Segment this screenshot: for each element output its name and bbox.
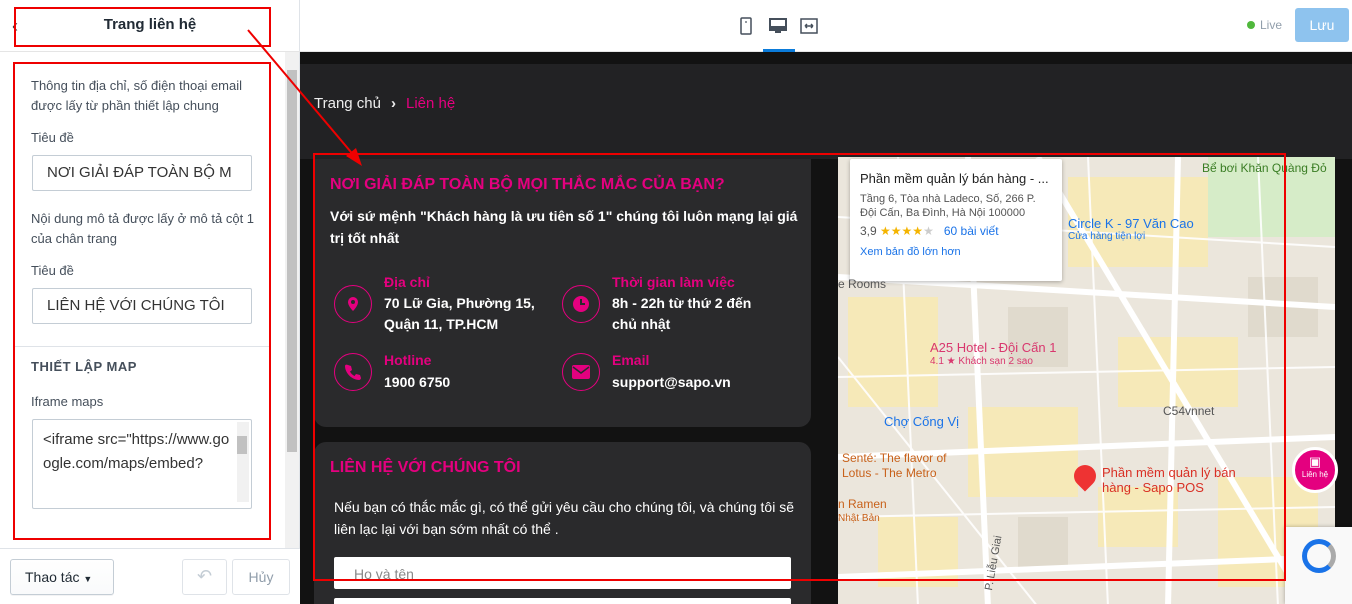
- desktop-view-icon[interactable]: [766, 14, 790, 38]
- contact-card: LIÊN HỆ VỚI CHÚNG TÔI Nếu bạn có thắc mắ…: [314, 442, 811, 604]
- larger-map-link[interactable]: Xem bản đồ lớn hơn: [860, 246, 1052, 258]
- hotline-value: 1900 6750: [384, 374, 451, 390]
- poi-circlek[interactable]: Circle K - 97 Văn Cao: [1068, 216, 1194, 231]
- contact-title-input[interactable]: LIÊN HỆ VỚI CHÚNG TÔI: [32, 288, 252, 324]
- poi-market[interactable]: Chợ Cống Vị: [884, 414, 959, 429]
- actions-dropdown[interactable]: Thao tác ▼: [10, 559, 114, 595]
- name-input[interactable]: Họ và tên: [334, 557, 791, 589]
- poi-rooms: e Rooms: [838, 277, 887, 291]
- phone-icon: [334, 353, 372, 391]
- live-dot-icon: [1247, 21, 1255, 29]
- settings-panel: ‹ Trang liên hệ Thông tin địa chỉ, số đi…: [0, 0, 300, 604]
- poi-c54[interactable]: C54vnnet: [1163, 404, 1214, 418]
- hours-value: 8h - 22h từ thứ 2 đến chủ nhật: [612, 295, 752, 332]
- email-label: Email: [612, 352, 650, 368]
- rating-value: 3,9: [860, 224, 877, 238]
- panel-title: Trang liên hệ: [103, 16, 197, 33]
- address-label: Địa chỉ: [384, 274, 430, 290]
- panel-header: ‹ Trang liên hệ: [0, 0, 300, 52]
- email-value[interactable]: support@sapo.vn: [612, 372, 731, 393]
- reviews-link[interactable]: 60 bài viết: [944, 224, 999, 238]
- breadcrumb: Trang chủ › Liên hệ: [314, 95, 455, 112]
- place-card: Phần mềm quản lý bán hàng - ... Tầng 6, …: [850, 159, 1062, 281]
- iframe-value: <iframe src="https://www.google.com/maps…: [43, 431, 230, 472]
- save-button[interactable]: Lưu: [1295, 8, 1349, 42]
- hours-label: Thời gian làm việc: [612, 274, 735, 290]
- poi-circlek-sub: Cửa hàng tiện lợi: [1068, 231, 1146, 242]
- title-field-label: Tiêu đề: [31, 130, 74, 145]
- poi-ramen[interactable]: n Ramen: [838, 497, 887, 511]
- contact-desc: Nếu bạn có thắc mắc gì, có thể gửi yêu c…: [334, 499, 794, 537]
- poi-hotel-sub: 4.1 ★ Khách sạn 2 sao: [930, 356, 1033, 367]
- contact-title: LIÊN HỆ VỚI CHÚNG TÔI: [330, 459, 521, 476]
- map-section-title: THIẾT LẬP MAP: [31, 359, 137, 374]
- faq-card: NƠI GIẢI ĐÁP TOÀN BỘ MỌI THẮC MẮC CỦA BẠ…: [314, 159, 811, 427]
- pin-label[interactable]: Phần mềm quản lý bán hàng - Sapo POS: [1102, 465, 1242, 495]
- recaptcha-badge[interactable]: [1285, 527, 1352, 604]
- poi-pool: Bể bơi Khăn Quàng Đỏ: [1202, 161, 1327, 175]
- undo-icon: ↶: [196, 566, 213, 586]
- rating-row: 3,9 ★★★★★ 60 bài viết: [860, 224, 1052, 238]
- iframe-textarea[interactable]: <iframe src="https://www.google.com/maps…: [32, 419, 252, 509]
- envelope-icon: [562, 353, 600, 391]
- place-address: Tầng 6, Tòa nhà Ladeco, Số, 266 P. Đội C…: [860, 193, 1036, 219]
- clock-icon: [562, 285, 600, 323]
- live-label: Live: [1260, 18, 1283, 32]
- hotline-label: Hotline: [384, 352, 432, 368]
- breadcrumb-band: Trang chủ › Liên hệ: [300, 64, 1352, 159]
- location-pin-icon: [334, 285, 372, 323]
- next-input[interactable]: [334, 598, 791, 604]
- contact-chat-fab[interactable]: ▣ Liên hệ: [1292, 447, 1338, 493]
- fab-label: Liên hệ: [1301, 470, 1329, 479]
- theme-preview: Trang chủ › Liên hệ NƠI GIẢI ĐÁP TOÀN BỘ M…: [300, 52, 1352, 604]
- editor-topbar: Live Lưu: [300, 0, 1352, 52]
- poi-sente[interactable]: Senté: The flavor of Lotus - The Metro: [842, 451, 972, 481]
- panel-footer: Thao tác ▼ ↶ Hủy: [0, 548, 300, 604]
- recaptcha-icon: [1301, 539, 1336, 573]
- star-empty-icon: ★: [923, 224, 934, 238]
- google-map[interactable]: Phần mềm quản lý bán hàng - ... Tầng 6, …: [838, 157, 1335, 604]
- poi-hotel[interactable]: A25 Hotel - Đội Cấn 1: [930, 340, 1056, 355]
- address-value: 70 Lữ Gia, Phường 15, Quận 11, TP.HCM: [384, 295, 535, 332]
- cancel-button[interactable]: Hủy: [232, 559, 290, 595]
- faq-desc: Với sứ mệnh "Khách hàng là ưu tiên số 1"…: [330, 208, 798, 246]
- mobile-view-icon[interactable]: [734, 14, 758, 38]
- faq-title-input[interactable]: NƠI GIẢI ĐÁP TOÀN BỘ M: [32, 155, 252, 191]
- fullscreen-view-icon[interactable]: [797, 14, 821, 38]
- info-text-2: Nội dung mô tả được lấy ở mô tả cột 1 củ…: [31, 211, 255, 246]
- stars-icon: ★★★★: [880, 224, 924, 238]
- breadcrumb-current: Liên hệ: [405, 95, 456, 112]
- actions-label: Thao tác: [25, 569, 80, 585]
- panel-scroll-thumb[interactable]: [287, 70, 297, 452]
- textarea-scroll-thumb[interactable]: [237, 436, 247, 454]
- chat-bubble-icon: ▣: [1308, 454, 1322, 469]
- undo-button[interactable]: ↶: [182, 559, 227, 595]
- title-field-label-2: Tiêu đề: [31, 263, 74, 278]
- caret-down-icon: ▼: [83, 574, 93, 584]
- live-status: Live: [1247, 18, 1282, 32]
- panel-content: Thông tin địa chỉ, số điện thoại email đ…: [14, 62, 284, 542]
- place-name[interactable]: Phần mềm quản lý bán hàng - ...: [860, 171, 1052, 186]
- iframe-label: Iframe maps: [31, 394, 104, 409]
- faq-title: NƠI GIẢI ĐÁP TOÀN BỘ MỌI THẮC MẮC CỦA BẠ…: [330, 176, 725, 193]
- info-text: Thông tin địa chỉ, số điện thoại email đ…: [31, 78, 243, 113]
- poi-japan: Nhật Bản: [838, 513, 880, 524]
- textarea-scrollbar[interactable]: [237, 422, 249, 502]
- breadcrumb-separator-icon: ›: [390, 95, 396, 112]
- breadcrumb-home[interactable]: Trang chủ: [314, 95, 381, 112]
